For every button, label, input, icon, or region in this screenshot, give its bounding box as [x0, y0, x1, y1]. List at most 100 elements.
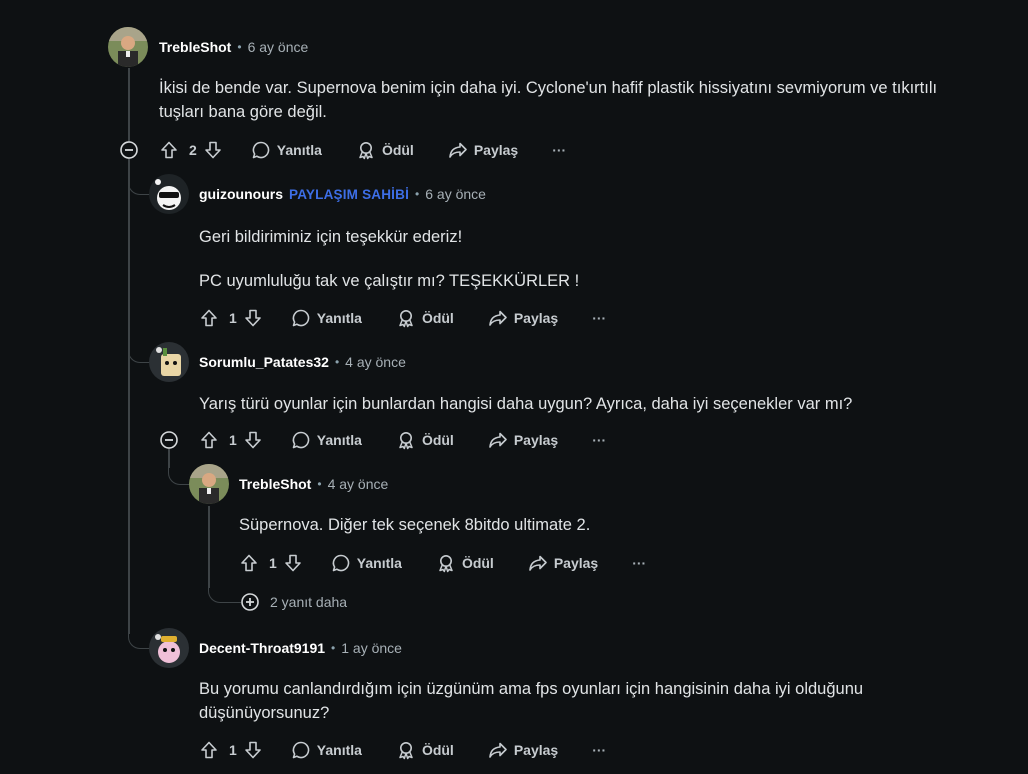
- upvote-icon: [199, 430, 219, 450]
- avatar[interactable]: [149, 628, 189, 668]
- downvote-icon: [243, 430, 263, 450]
- award-label: Ödül: [421, 742, 454, 758]
- vote-count: 1: [229, 742, 237, 758]
- username[interactable]: guizounours: [199, 186, 283, 202]
- award-icon: [436, 553, 456, 573]
- timestamp[interactable]: 6 ay önce: [425, 186, 486, 202]
- comment-actions: 2 Yanıtla Ödül Paylaş ···: [159, 136, 566, 164]
- reply-label: Yanıtla: [316, 432, 362, 448]
- award-button[interactable]: Ödül: [396, 430, 454, 450]
- award-label: Ödül: [421, 310, 454, 326]
- award-icon: [396, 308, 416, 328]
- upvote-icon: [159, 140, 179, 160]
- separator-dot: •: [317, 477, 322, 491]
- share-label: Paylaş: [473, 142, 519, 158]
- share-button[interactable]: Paylaş: [488, 430, 558, 450]
- avatar[interactable]: [149, 174, 189, 214]
- upvote-icon: [199, 308, 219, 328]
- reply-button[interactable]: Yanıtla: [251, 140, 322, 160]
- upvote-button[interactable]: [199, 430, 219, 450]
- avatar[interactable]: [189, 464, 229, 504]
- award-label: Ödül: [461, 555, 494, 571]
- vote-count: 1: [269, 555, 277, 571]
- award-button[interactable]: Ödül: [436, 553, 494, 573]
- downvote-button[interactable]: [243, 308, 263, 328]
- upvote-button[interactable]: [199, 308, 219, 328]
- upvote-button[interactable]: [199, 740, 219, 760]
- separator-dot: •: [237, 40, 242, 54]
- downvote-button[interactable]: [243, 740, 263, 760]
- downvote-icon: [243, 308, 263, 328]
- award-label: Ödül: [381, 142, 414, 158]
- downvote-button[interactable]: [283, 553, 303, 573]
- op-badge: PAYLAŞIM SAHİBİ: [289, 186, 410, 202]
- separator-dot: •: [334, 355, 340, 369]
- thread-curve-3: [168, 466, 191, 485]
- share-button[interactable]: Paylaş: [528, 553, 598, 573]
- award-icon: [356, 140, 376, 160]
- collapse-minus-icon[interactable]: [159, 430, 179, 450]
- share-button[interactable]: Paylaş: [488, 740, 558, 760]
- share-icon: [488, 430, 508, 450]
- username[interactable]: Sorumlu_Patates32: [199, 354, 329, 370]
- comment-actions: 1 Yanıtla Ödül Paylaş ···: [239, 549, 646, 577]
- thread-curve-4: [128, 616, 151, 649]
- username[interactable]: TrebleShot: [239, 476, 311, 492]
- comment-meta: Sorumlu_Patates32 • 4 ay önce: [199, 352, 406, 372]
- comment-text: Bu yorumu canlandırdığım için üzgünüm am…: [199, 680, 864, 698]
- upvote-button[interactable]: [239, 553, 259, 573]
- award-button[interactable]: Ödül: [396, 740, 454, 760]
- more-options-button[interactable]: ···: [632, 555, 646, 571]
- reply-button[interactable]: Yanıtla: [291, 740, 362, 760]
- award-button[interactable]: Ödül: [356, 140, 414, 160]
- reply-button[interactable]: Yanıtla: [331, 553, 402, 573]
- reply-label: Yanıtla: [356, 555, 402, 571]
- collapse-minus-icon[interactable]: [119, 140, 139, 160]
- award-icon: [396, 740, 416, 760]
- comment-meta: Decent-Throat9191 • 1 ay önce: [199, 638, 402, 658]
- downvote-button[interactable]: [203, 140, 223, 160]
- share-icon: [528, 553, 548, 573]
- upvote-button[interactable]: [159, 140, 179, 160]
- comment-icon: [251, 140, 271, 160]
- award-icon: [396, 430, 416, 450]
- comment-icon: [331, 553, 351, 573]
- comment-body: Yarış türü oyunlar için bunlardan hangis…: [199, 392, 979, 416]
- timestamp[interactable]: 6 ay önce: [248, 39, 309, 55]
- username[interactable]: TrebleShot: [159, 39, 231, 55]
- share-label: Paylaş: [513, 742, 559, 758]
- share-button[interactable]: Paylaş: [488, 308, 558, 328]
- share-button[interactable]: Paylaş: [448, 140, 518, 160]
- comment-icon: [291, 308, 311, 328]
- comment-text: Yarış türü oyunlar için bunlardan hangis…: [199, 395, 853, 413]
- separator-dot: •: [331, 641, 336, 655]
- downvote-icon: [283, 553, 303, 573]
- more-options-button[interactable]: ···: [552, 142, 566, 158]
- separator-dot: •: [415, 187, 420, 201]
- reply-button[interactable]: Yanıtla: [291, 430, 362, 450]
- thread-line-deep: [208, 506, 210, 588]
- timestamp[interactable]: 4 ay önce: [328, 476, 389, 492]
- comment-text: İkisi de bende var. Supernova benim için…: [159, 79, 938, 97]
- comment-actions: 1 Yanıtla Ödül Paylaş ···: [199, 304, 606, 332]
- award-button[interactable]: Ödül: [396, 308, 454, 328]
- timestamp[interactable]: 1 ay önce: [341, 640, 402, 656]
- more-options-button[interactable]: ···: [592, 742, 606, 758]
- share-label: Paylaş: [553, 555, 599, 571]
- more-options-button[interactable]: ···: [592, 310, 606, 326]
- comment-meta: TrebleShot • 4 ay önce: [239, 474, 388, 494]
- downvote-button[interactable]: [243, 430, 263, 450]
- comment-body: Bu yorumu canlandırdığım için üzgünüm am…: [199, 677, 979, 725]
- avatar[interactable]: [108, 27, 148, 67]
- more-replies-link[interactable]: 2 yanıt daha: [240, 592, 347, 612]
- thread-curve-1: [128, 176, 151, 195]
- comment-text: düşünüyorsunuz?: [199, 704, 330, 722]
- avatar[interactable]: [149, 342, 189, 382]
- timestamp[interactable]: 4 ay önce: [345, 354, 406, 370]
- vote-count: 1: [229, 432, 237, 448]
- thread-curve-2: [128, 344, 151, 363]
- more-options-button[interactable]: ···: [592, 432, 606, 448]
- comment-body: Geri bildiriminiz için teşekkür ederiz! …: [199, 225, 979, 293]
- username[interactable]: Decent-Throat9191: [199, 640, 325, 656]
- reply-button[interactable]: Yanıtla: [291, 308, 362, 328]
